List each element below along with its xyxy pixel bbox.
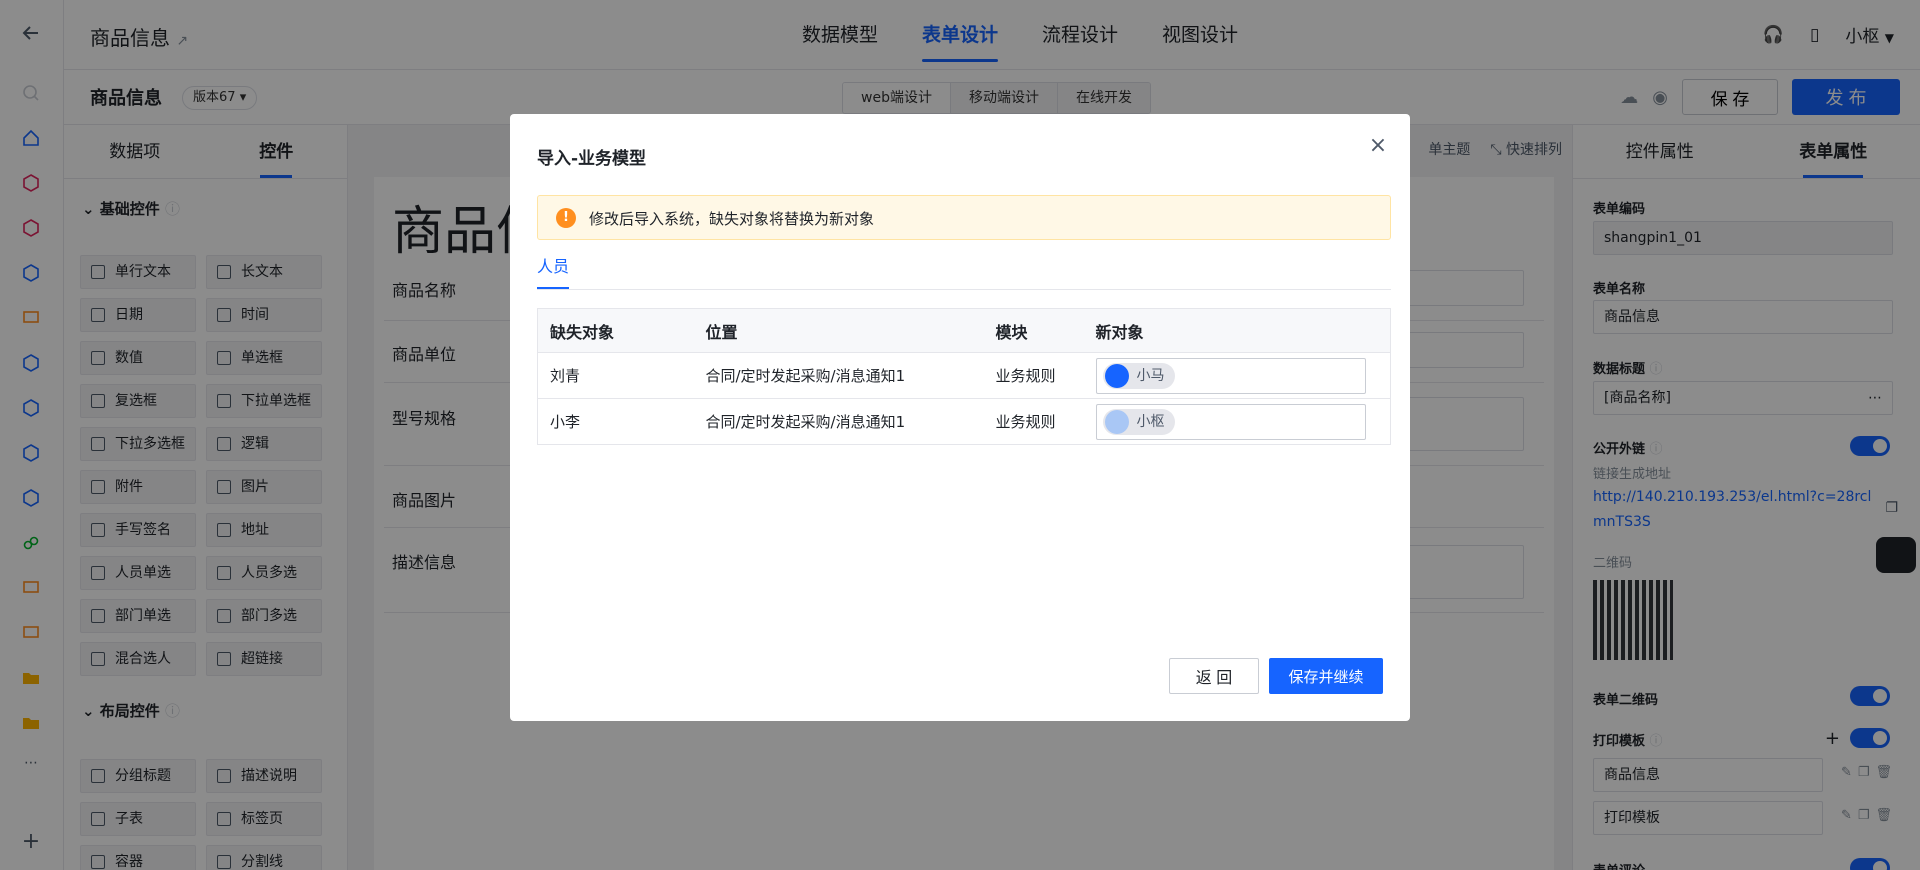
back-button[interactable]: 返 回 [1169, 658, 1259, 694]
warning-icon: ! [556, 208, 576, 228]
col-location: 位置 [693, 308, 984, 353]
import-dialog: 导入-业务模型 × ! 修改后导入系统，缺失对象将替换为新对象 人员 缺失对象 … [510, 114, 1410, 721]
user-picker[interactable]: 小马 [1095, 357, 1366, 394]
cell-module: 业务规则 [983, 398, 1084, 445]
user-chip: 小枢 [1102, 408, 1175, 435]
col-module: 模块 [983, 308, 1084, 353]
close-icon[interactable]: × [1366, 134, 1390, 158]
table-row: 刘青 合同/定时发起采购/消息通知1 业务规则 小马 [537, 352, 1391, 399]
dialog-footer: 返 回 保存并继续 [1169, 658, 1383, 694]
user-avatar-icon [1104, 363, 1129, 388]
save-continue-button[interactable]: 保存并继续 [1269, 658, 1383, 694]
tab-person[interactable]: 人员 [537, 254, 570, 289]
table-header: 缺失对象 位置 模块 新对象 [537, 308, 1391, 353]
cell-missing: 刘青 [537, 352, 694, 399]
table-row: 小李 合同/定时发起采购/消息通知1 业务规则 小枢 [537, 398, 1391, 445]
col-missing: 缺失对象 [537, 308, 694, 353]
dialog-tabs: 人员 [537, 254, 1391, 290]
warning-alert: ! 修改后导入系统，缺失对象将替换为新对象 [537, 195, 1391, 240]
cell-new-object: 小枢 [1083, 398, 1391, 445]
dialog-title: 导入-业务模型 [537, 149, 647, 169]
cell-missing: 小李 [537, 398, 694, 445]
cell-location: 合同/定时发起采购/消息通知1 [693, 398, 984, 445]
user-chip: 小马 [1102, 362, 1175, 389]
user-picker[interactable]: 小枢 [1095, 403, 1366, 440]
alert-text: 修改后导入系统，缺失对象将替换为新对象 [589, 210, 875, 228]
cell-module: 业务规则 [983, 352, 1084, 399]
col-new-object: 新对象 [1083, 308, 1391, 353]
cell-location: 合同/定时发起采购/消息通知1 [693, 352, 984, 399]
missing-objects-table: 缺失对象 位置 模块 新对象 刘青 合同/定时发起采购/消息通知1 业务规则 小… [537, 308, 1391, 445]
app-root: ⋯ + 商品信息 ↗ 数据模型 表单设计 流程设计 视图设计 🎧 ▯ 小枢 ▼ … [0, 0, 1920, 870]
cell-new-object: 小马 [1083, 352, 1391, 399]
user-avatar-icon [1104, 409, 1129, 434]
